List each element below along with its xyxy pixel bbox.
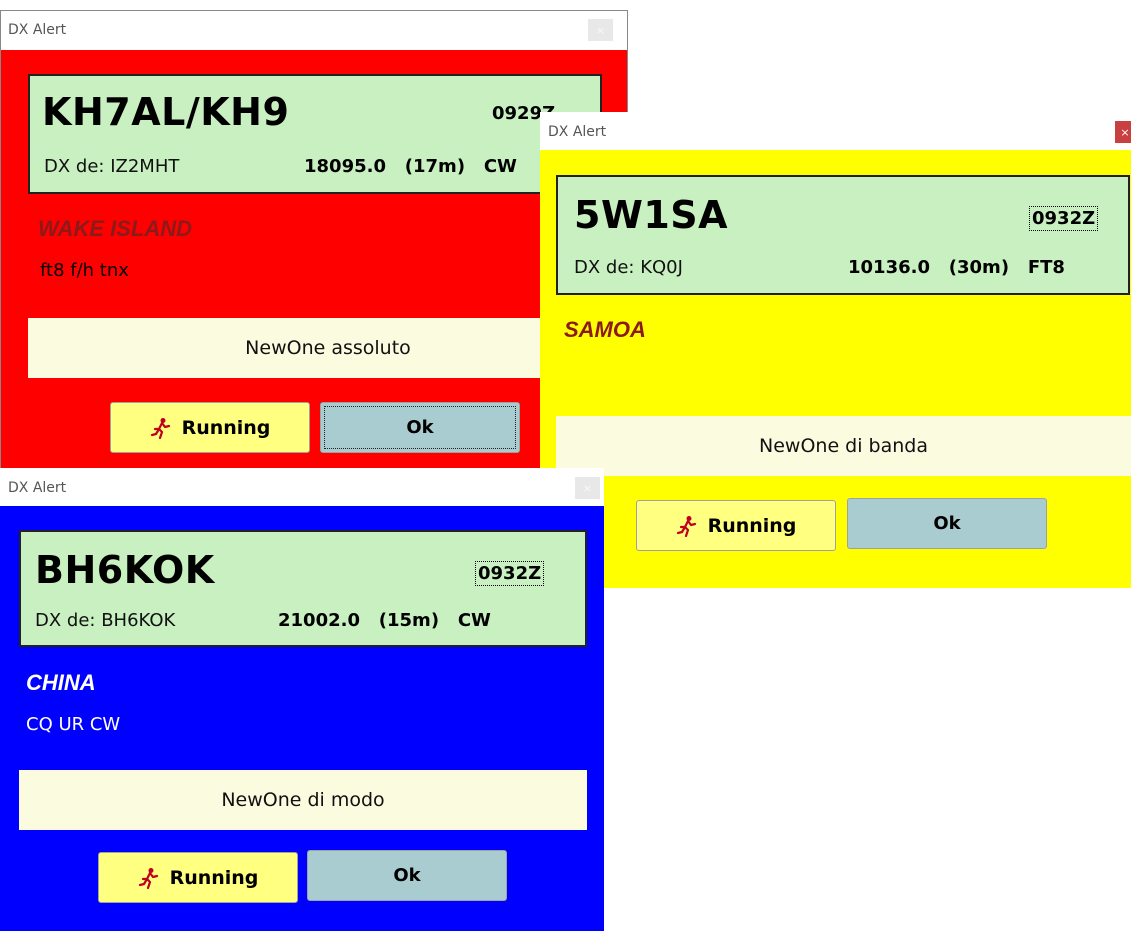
ok-label: Ok <box>406 417 434 438</box>
window-title: DX Alert <box>548 124 607 140</box>
window-frame-left <box>0 50 12 470</box>
ok-label: Ok <box>393 865 421 886</box>
ok-button[interactable]: Ok <box>320 402 520 453</box>
spot-comment: CQ UR CW <box>26 714 121 735</box>
spotter-call: DX de: KQ0J <box>574 257 683 278</box>
frequency-band-mode: 10136.0 (30m) FT8 <box>848 257 1065 278</box>
running-man-icon <box>150 417 172 439</box>
spotter-call: DX de: IZ2MHT <box>44 156 180 177</box>
running-label: Running <box>169 866 259 889</box>
spot-card: KH7AL/KH9 0929Z DX de: IZ2MHT 18095.0 (1… <box>28 74 602 194</box>
alert-type-banner: NewOne di banda <box>556 416 1131 476</box>
running-man-icon <box>138 867 160 889</box>
title-bar[interactable]: DX Alert × <box>0 468 604 506</box>
frequency-band-mode: 21002.0 (15m) CW <box>278 610 491 631</box>
window-title: DX Alert <box>8 480 67 496</box>
dx-callsign: KH7AL/KH9 <box>42 90 290 134</box>
running-man-icon <box>676 515 698 537</box>
alert-type-banner: NewOne di modo <box>19 770 587 830</box>
dx-country: SAMOA <box>564 317 646 342</box>
spot-card: 5W1SA 0932Z DX de: KQ0J 10136.0 (30m) FT… <box>556 175 1130 295</box>
dx-country: CHINA <box>26 670 96 695</box>
spot-time[interactable]: 0932Z <box>474 561 545 586</box>
dx-alert-window-2: DX Alert × 5W1SA 0932Z DX de: KQ0J 10136… <box>540 112 1131 588</box>
alert-type-banner: NewOne assoluto <box>28 318 628 378</box>
spot-comment: ft8 f/h tnx <box>40 260 129 281</box>
running-button[interactable]: Running <box>98 852 298 903</box>
dx-alert-window-3: DX Alert × BH6KOK 0932Z DX de: BH6KOK 21… <box>0 468 604 931</box>
running-label: Running <box>707 514 797 537</box>
ok-button[interactable]: Ok <box>847 498 1047 549</box>
alert-body: 5W1SA 0932Z DX de: KQ0J 10136.0 (30m) FT… <box>540 150 1131 588</box>
spot-card: BH6KOK 0932Z DX de: BH6KOK 21002.0 (15m)… <box>19 530 587 647</box>
close-icon[interactable]: × <box>588 19 613 41</box>
spotter-call: DX de: BH6KOK <box>35 610 176 631</box>
dx-country: WAKE ISLAND <box>38 216 192 241</box>
window-title: DX Alert <box>8 22 67 38</box>
dx-callsign: BH6KOK <box>35 548 215 592</box>
spot-time[interactable]: 0932Z <box>1028 206 1099 231</box>
title-bar[interactable]: DX Alert × <box>0 10 628 50</box>
dx-alert-window-1: DX Alert × KH7AL/KH9 0929Z DX de: IZ2MHT… <box>0 10 628 470</box>
alert-body: BH6KOK 0932Z DX de: BH6KOK 21002.0 (15m)… <box>0 506 604 931</box>
frequency-band-mode: 18095.0 (17m) CW <box>304 156 517 177</box>
ok-label: Ok <box>933 513 961 534</box>
dx-callsign: 5W1SA <box>574 193 729 237</box>
close-icon[interactable]: × <box>575 477 600 499</box>
title-bar[interactable]: DX Alert × <box>540 112 1131 150</box>
close-icon[interactable]: × <box>1115 121 1131 143</box>
alert-body: KH7AL/KH9 0929Z DX de: IZ2MHT 18095.0 (1… <box>12 50 628 470</box>
ok-button[interactable]: Ok <box>307 850 507 901</box>
running-button[interactable]: Running <box>636 500 836 551</box>
running-button[interactable]: Running <box>110 402 310 453</box>
running-label: Running <box>181 416 271 439</box>
